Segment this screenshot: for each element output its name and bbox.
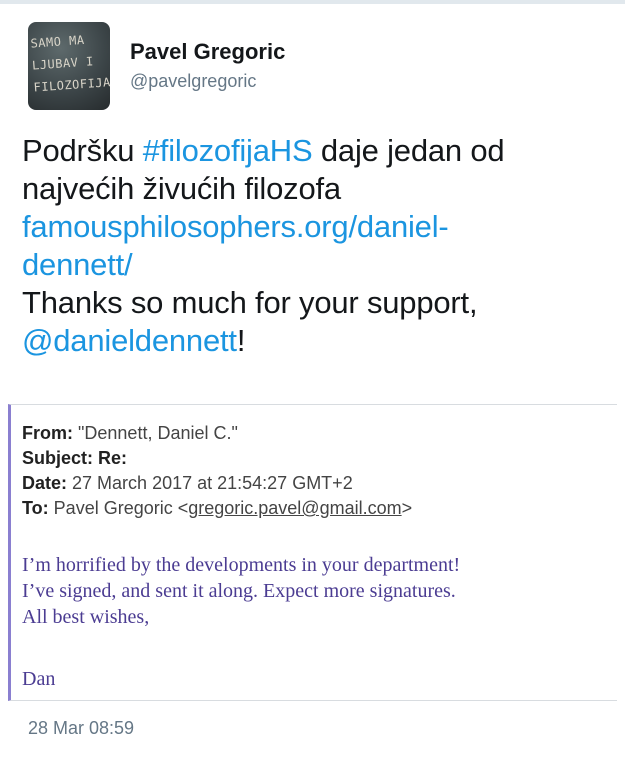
url-link-part2[interactable]: dennett/ — [22, 246, 612, 284]
tweet-text-segment: daje jedan od — [312, 133, 505, 168]
tweet-line: Podršku #filozofijaHS daje jedan od — [22, 132, 612, 170]
email-from-row: From: "Dennett, Daniel C." — [22, 421, 412, 446]
to-name: Pavel Gregoric < — [53, 498, 189, 518]
date-value: 27 March 2017 at 21:54:27 GMT+2 — [72, 473, 353, 493]
hashtag-link[interactable]: #filozofijaHS — [143, 133, 313, 168]
tweet-line: @danieldennett! — [22, 322, 612, 360]
tweet-line: Thanks so much for your support, — [22, 285, 478, 320]
tweet-header: SAMO MA LJUBAV I FILOZOFIJA Pavel Gregor… — [28, 20, 285, 112]
email-date-row: Date: 27 March 2017 at 21:54:27 GMT+2 — [22, 471, 412, 496]
email-signoff: Dan — [22, 668, 56, 690]
subject-value: Re: — [98, 448, 128, 468]
email-subject-row: Subject: Re: — [22, 446, 412, 471]
url-link-part1[interactable]: famousphilosophers.org/daniel- — [22, 208, 612, 246]
email-body-line: All best wishes, — [22, 606, 150, 628]
avatar[interactable]: SAMO MA LJUBAV I FILOZOFIJA — [28, 22, 110, 110]
tweet-timestamp[interactable]: 28 Mar 08:59 — [28, 718, 134, 739]
email-screenshot: From: "Dennett, Daniel C." Subject: Re: … — [8, 404, 617, 701]
display-name[interactable]: Pavel Gregoric — [130, 38, 285, 66]
user-handle[interactable]: @pavelgregoric — [130, 68, 285, 94]
from-value: "Dennett, Daniel C." — [78, 423, 238, 443]
to-close: > — [401, 498, 413, 518]
mention-link[interactable]: @danieldennett — [22, 323, 237, 358]
avatar-text-line: FILOZOFIJA — [33, 75, 110, 95]
avatar-handwriting: SAMO MA LJUBAV I FILOZOFIJA — [30, 27, 110, 98]
to-address-link[interactable]: gregoric.pavel@gmail.com — [188, 498, 401, 518]
tweet-text-segment: Podršku — [22, 133, 143, 168]
tweet-text: Podršku #filozofijaHS daje jedan od najv… — [22, 132, 612, 360]
tweet-line: najvećih živućih filozofa — [22, 171, 341, 206]
email-to-row: To: Pavel Gregoric <gregoric.pavel@gmail… — [22, 496, 412, 521]
email-body: I’m horrified by the developments in you… — [22, 552, 612, 692]
tweet-text-segment: ! — [236, 323, 246, 358]
date-label: Date: — [22, 473, 68, 493]
subject-label: Subject: — [22, 448, 94, 468]
email-body-line: I’ve signed, and sent it along. Expect m… — [22, 580, 456, 602]
from-label: From: — [22, 423, 73, 443]
email-headers: From: "Dennett, Daniel C." Subject: Re: … — [22, 421, 412, 521]
top-divider — [0, 0, 625, 4]
to-label: To: — [22, 498, 49, 518]
user-info: Pavel Gregoric @pavelgregoric — [130, 38, 285, 94]
email-body-line: I’m horrified by the developments in you… — [22, 554, 461, 576]
